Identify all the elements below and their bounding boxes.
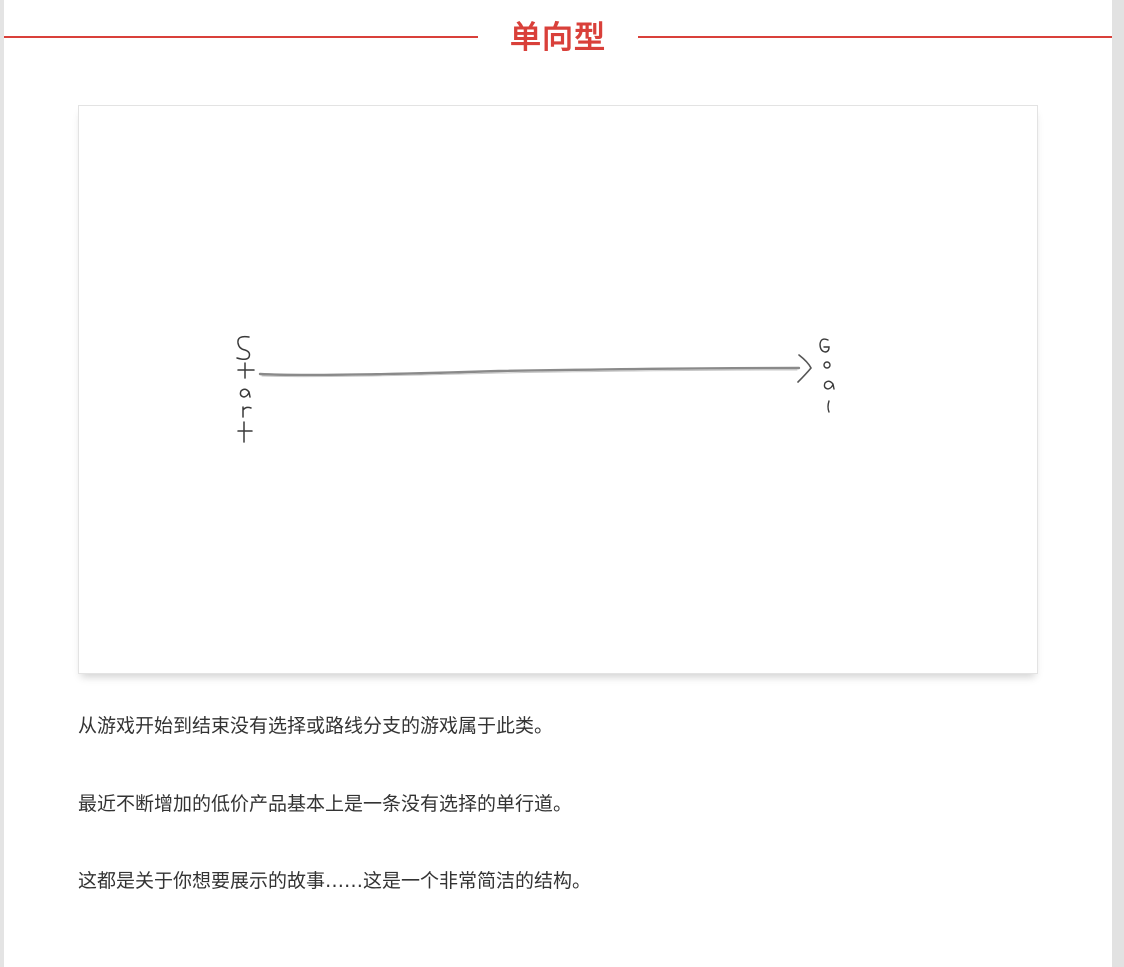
diagram-figure — [78, 105, 1038, 674]
start-label — [236, 335, 255, 443]
page-scrollbar-track[interactable] — [1112, 0, 1124, 967]
goal-letter-o — [823, 361, 831, 369]
start-letter-r — [242, 406, 252, 418]
goal-letter-a — [823, 380, 835, 390]
goal-letter-g — [819, 338, 830, 353]
start-letter-s — [236, 335, 251, 361]
article-content: 单向型 从游戏开始到结束没有选择或路线分支的游戏属于此类。 最近不断增加的低价产… — [4, 0, 1112, 967]
paragraph-2: 最近不断增加的低价产品基本上是一条没有选择的单行道。 — [78, 793, 573, 815]
start-letter-t1 — [237, 362, 255, 379]
section-title: 单向型 — [510, 20, 606, 56]
paragraph-1: 从游戏开始到结束没有选择或路线分支的游戏属于此类。 — [78, 715, 554, 737]
start-letter-a — [239, 388, 251, 398]
paragraph-3: 这都是关于你想要展示的故事……这是一个非常简洁的结构。 — [78, 870, 592, 892]
goal-label — [819, 338, 835, 413]
path-line — [258, 366, 801, 377]
start-letter-t2 — [237, 421, 253, 443]
section-heading: 单向型 — [4, 14, 1112, 62]
goal-letter-l — [827, 400, 830, 413]
heading-rule-right — [638, 36, 1112, 38]
heading-rule-left — [4, 36, 478, 38]
one-way-diagram — [236, 335, 835, 443]
